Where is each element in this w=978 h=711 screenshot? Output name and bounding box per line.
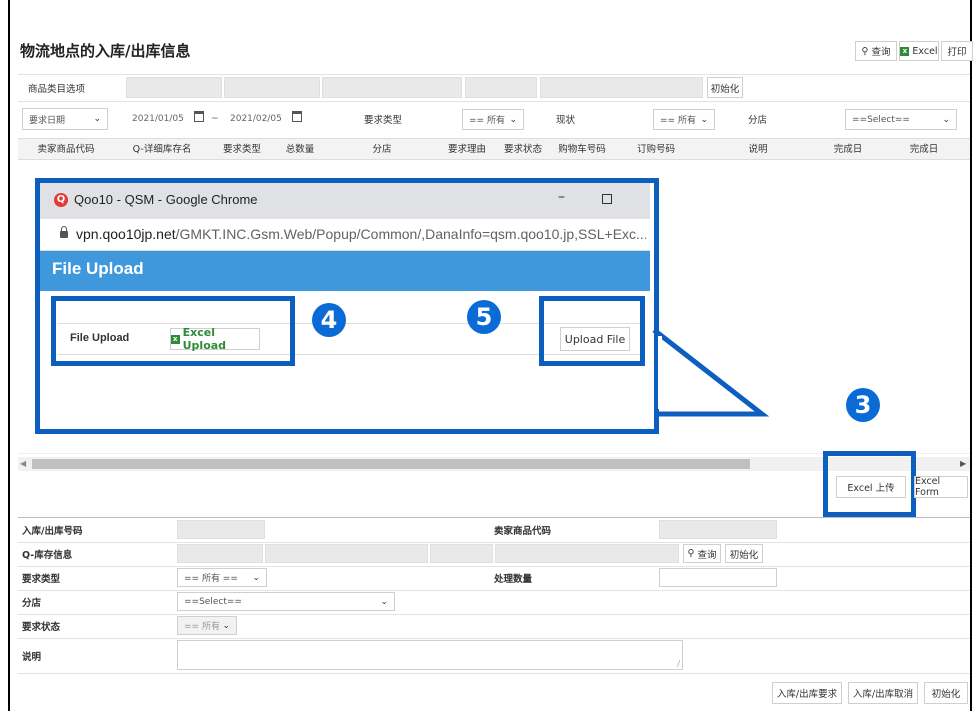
date-type-select[interactable]: 要求日期 ⌄ [22,108,108,130]
q-stock-field-3[interactable] [430,544,493,563]
col-complete-date[interactable]: 完成日 [818,139,878,161]
excel-upload-action-button[interactable]: Excel 上传 [836,476,906,498]
scroll-left-arrow[interactable]: ◀ [20,457,26,471]
callout-pointer [652,328,770,417]
product-category-label: 商品类目选项 [28,84,86,95]
upload-file-highlight [539,296,645,366]
form-row-border [18,638,970,639]
date-from-field[interactable]: 2021/01/05 [132,110,190,128]
col-total-qty[interactable]: 总数量 [274,139,326,161]
chevron-down-icon: ⌄ [252,572,260,583]
chevron-down-icon: ⌄ [509,114,517,125]
inout-no-label: 入库/出库号码 [22,526,83,537]
form-request-type-label: 要求类型 [22,574,61,585]
form-row-border [18,542,970,543]
process-qty-label: 处理数量 [494,574,533,585]
form-top-border [18,517,970,518]
search-button[interactable]: ⚲ 查询 [855,41,897,61]
filter-row1-border [18,101,970,102]
note-textarea[interactable]: ∕ [177,640,683,670]
status-label: 现状 [556,115,576,126]
page-title: 物流地点的入库/出库信息 [20,42,191,60]
request-status-label: 要求状态 [22,622,61,633]
col-request-status[interactable]: 要求状态 [496,139,550,161]
col-cart-no[interactable]: 购物车号码 [550,139,614,161]
request-status-select[interactable]: == 所有 ⌄ [177,616,237,635]
form-bottom-border [18,673,970,674]
callout-5-badge: 5 [467,300,501,334]
col-branch[interactable]: 分店 [326,139,438,161]
q-stock-field-1[interactable] [177,544,263,563]
callout-3-badge: 3 [846,388,880,422]
category-field-5[interactable] [540,77,703,98]
q-stock-init-button[interactable]: 初始化 [725,544,763,563]
chevron-down-icon: ⌄ [93,114,101,124]
col-order-no[interactable]: 订购号码 [614,139,698,161]
date-separator: ~ [211,114,219,124]
excel-upload-highlight [51,296,295,366]
form-row-border [18,614,970,615]
scroll-thumb[interactable] [32,459,750,469]
chevron-down-icon: ⌄ [222,620,230,631]
branch-label: 分店 [748,115,768,126]
col-seller-code[interactable]: 卖家商品代码 [18,139,114,161]
chevron-down-icon: ⌄ [380,596,388,607]
excel-form-button[interactable]: Excel Form [914,476,968,498]
form-branch-label: 分店 [22,598,42,609]
form-row-border [18,566,970,567]
chevron-down-icon: ⌄ [700,114,708,125]
scroll-right-arrow[interactable]: ▶ [960,457,966,471]
category-field-4[interactable] [465,77,537,98]
col-note[interactable]: 说明 [698,139,818,161]
col-q-stock-name[interactable]: Q-详细库存名 [114,139,210,161]
q-stock-search-button[interactable]: ⚲ 查询 [683,544,721,563]
col-complete-date-2[interactable]: 完成日 [878,139,970,161]
note-label: 说明 [22,652,42,663]
process-qty-field[interactable] [659,568,777,587]
frame-left [8,0,10,711]
inout-request-button[interactable]: 入库/出库要求 [772,682,842,704]
q-stock-field-2[interactable] [265,544,428,563]
filter-top-border [18,74,970,75]
resize-handle-icon[interactable]: ∕ [677,659,680,668]
seller-code-field[interactable] [659,520,777,539]
callout-pointer-mask [658,336,662,409]
frame-right [970,0,972,711]
col-request-type[interactable]: 要求类型 [210,139,274,161]
callout-4-badge: 4 [312,303,346,337]
branch-select[interactable]: ==Select== ⌄ [845,109,957,130]
request-type-select[interactable]: == 所有 ⌄ [462,109,524,130]
category-field-1[interactable] [126,77,222,98]
table-header: 卖家商品代码 Q-详细库存名 要求类型 总数量 分店 要求理由 要求状态 购物车… [18,138,970,160]
form-init-button[interactable]: 初始化 [924,682,968,704]
form-request-type-select[interactable]: == 所有 == ⌄ [177,568,267,587]
inout-cancel-button[interactable]: 入库/出库取消 [848,682,918,704]
col-request-reason[interactable]: 要求理由 [438,139,496,161]
category-field-2[interactable] [224,77,320,98]
inout-no-field[interactable] [177,520,265,539]
excel-icon: x [900,46,910,56]
request-type-label: 要求类型 [364,115,403,126]
q-stock-label: Q-库存信息 [22,550,73,561]
category-field-3[interactable] [322,77,462,98]
search-icon: ⚲ [861,45,869,57]
excel-button[interactable]: x Excel [899,41,939,61]
q-stock-field-4[interactable] [495,544,679,563]
form-row-border [18,590,970,591]
chevron-down-icon: ⌄ [942,114,950,125]
calendar-icon[interactable] [292,111,302,125]
date-to-field[interactable]: 2021/02/05 [230,110,288,128]
calendar-icon[interactable] [194,111,204,125]
status-select[interactable]: == 所有 ⌄ [653,109,715,130]
form-branch-select[interactable]: ==Select== ⌄ [177,592,395,611]
print-button[interactable]: 打印 [941,41,973,61]
seller-code-label: 卖家商品代码 [494,526,552,537]
search-icon: ⚲ [687,548,695,559]
category-init-button[interactable]: 初始化 [707,77,743,98]
